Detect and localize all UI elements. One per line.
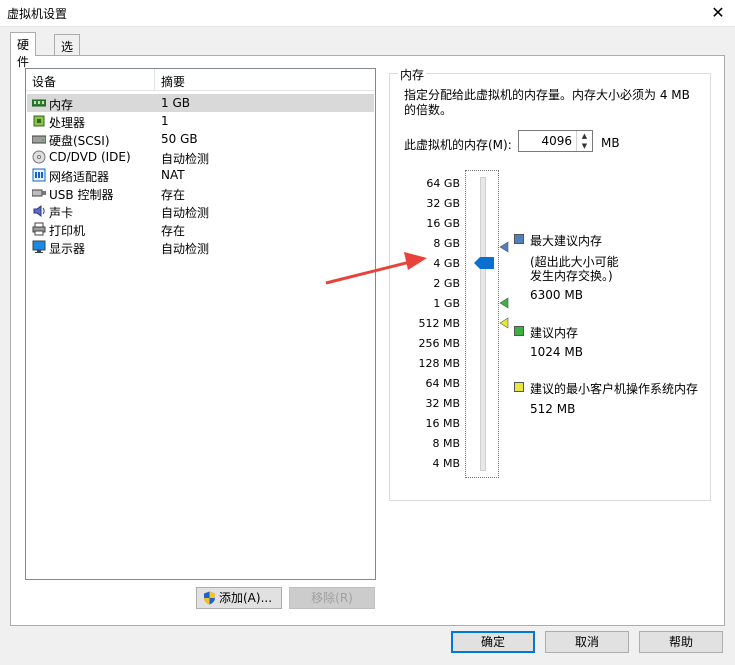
stepper-up-icon[interactable]: ▲ [577, 131, 592, 141]
max-memory-legend-icon [514, 234, 524, 244]
scale-label: 256 MB [418, 337, 460, 350]
scale-label: 32 MB [425, 397, 460, 410]
close-icon[interactable]: ✕ [701, 0, 735, 26]
min-memory-marker-icon [499, 317, 509, 329]
scale-label: 16 MB [425, 417, 460, 430]
device-name: USB 控制器 [49, 188, 114, 202]
tab-hardware[interactable]: 硬件 [10, 32, 37, 69]
memory-label: 此虚拟机的内存(M): [404, 138, 512, 152]
scale-label: 128 MB [418, 357, 460, 370]
device-row-harddisk[interactable]: 硬盘(SCSI) 50 GB [27, 130, 374, 148]
cd-dvd-icon [32, 150, 46, 164]
device-row-memory[interactable]: 内存 1 GB [27, 94, 374, 112]
device-summary: 1 [161, 114, 169, 128]
scale-label: 64 GB [426, 177, 460, 190]
cancel-button[interactable]: 取消 [545, 631, 629, 653]
device-name: CD/DVD (IDE) [49, 150, 131, 164]
memory-unit: MB [601, 136, 620, 150]
device-name: 内存 [49, 98, 74, 112]
max-memory-value: 6300 MB [530, 288, 583, 302]
memory-group: 内存 指定分配给此虚拟机的内存量。内存大小必须为 4 MB 的倍数。 此虚拟机的… [389, 66, 711, 501]
scale-label: 2 GB [433, 277, 460, 290]
scale-label: 4 MB [432, 457, 460, 470]
recommended-memory-marker-icon [499, 297, 509, 309]
device-summary: 自动检测 [161, 242, 210, 256]
scale-label: 64 MB [425, 377, 460, 390]
device-name: 打印机 [49, 224, 86, 238]
stepper-down-icon[interactable]: ▼ [577, 141, 592, 151]
min-memory-value: 512 MB [530, 402, 576, 416]
column-header-summary[interactable]: 摘要 [161, 73, 185, 90]
recommended-memory-legend-icon [514, 326, 524, 336]
device-summary: 自动检测 [161, 152, 210, 166]
recommended-memory-title: 建议内存 [530, 326, 579, 340]
device-name: 处理器 [49, 116, 86, 130]
slider-thumb[interactable] [474, 257, 494, 269]
column-header-device[interactable]: 设备 [32, 73, 56, 90]
device-summary: 50 GB [161, 132, 198, 146]
min-memory-title: 建议的最小客户机操作系统内存 [530, 382, 699, 396]
scale-label: 32 GB [426, 197, 460, 210]
max-memory-title: 最大建议内存 [530, 234, 603, 248]
tab-options[interactable]: 选项 [54, 34, 81, 71]
memory-group-title: 内存 [398, 66, 427, 83]
add-button-label: 添加(A)... [219, 591, 273, 605]
device-summary: NAT [161, 168, 185, 182]
add-button[interactable]: 添加(A)... [196, 587, 282, 609]
scale-label: 8 MB [432, 437, 460, 450]
device-row-cd-dvd[interactable]: CD/DVD (IDE) 自动检测 [27, 148, 374, 166]
display-icon [32, 240, 46, 253]
ok-button[interactable]: 确定 [451, 631, 535, 653]
memory-stepper[interactable]: ▲ ▼ [576, 131, 592, 151]
device-name: 显示器 [49, 242, 86, 256]
usb-icon [32, 189, 46, 197]
device-row-display[interactable]: 显示器 自动检测 [27, 238, 374, 256]
device-summary: 存在 [161, 224, 186, 238]
printer-icon [32, 222, 46, 236]
device-summary: 自动检测 [161, 206, 210, 220]
memory-input[interactable]: 4096 [541, 134, 572, 148]
recommended-memory-value: 1024 MB [530, 345, 583, 359]
device-row-usb[interactable]: USB 控制器 存在 [27, 184, 374, 202]
memory-description: 指定分配给此虚拟机的内存量。内存大小必须为 4 MB 的倍数。 [404, 88, 690, 117]
scale-label: 8 GB [433, 237, 460, 250]
memory-spinbox[interactable]: 4096 ▲ ▼ [518, 130, 593, 152]
scale-label: 4 GB [433, 257, 460, 270]
processor-icon [33, 115, 45, 127]
network-icon [32, 168, 46, 182]
remove-button[interactable]: 移除(R) [289, 587, 375, 609]
device-name: 硬盘(SCSI) [49, 134, 110, 148]
device-row-sound[interactable]: 声卡 自动检测 [27, 202, 374, 220]
window-title: 虚拟机设置 [7, 7, 68, 21]
device-list[interactable]: 设备 摘要 内存 1 GB 处理器 1 硬盘(SCSI) 50 GB CD/DV… [25, 68, 376, 580]
title-bar: 虚拟机设置 ✕ [0, 0, 735, 27]
shield-icon [204, 591, 215, 605]
help-button[interactable]: 帮助 [639, 631, 723, 653]
hardware-panel: 设备 摘要 内存 1 GB 处理器 1 硬盘(SCSI) 50 GB CD/DV… [10, 55, 725, 626]
device-summary: 1 GB [161, 96, 190, 110]
max-memory-note-2: 发生内存交换。) [530, 269, 613, 283]
harddisk-icon [32, 135, 46, 144]
scale-label: 512 MB [418, 317, 460, 330]
device-row-network[interactable]: 网络适配器 NAT [27, 166, 374, 184]
device-name: 声卡 [49, 206, 74, 220]
min-memory-legend-icon [514, 382, 524, 392]
device-name: 网络适配器 [49, 170, 110, 184]
device-row-processor[interactable]: 处理器 1 [27, 112, 374, 130]
scale-label: 1 GB [433, 297, 460, 310]
device-row-printer[interactable]: 打印机 存在 [27, 220, 374, 238]
max-memory-marker-icon [499, 241, 509, 253]
memory-icon [32, 99, 46, 107]
device-summary: 存在 [161, 188, 186, 202]
sound-icon [33, 205, 45, 217]
scale-label: 16 GB [426, 217, 460, 230]
device-list-header: 设备 摘要 [26, 69, 375, 91]
